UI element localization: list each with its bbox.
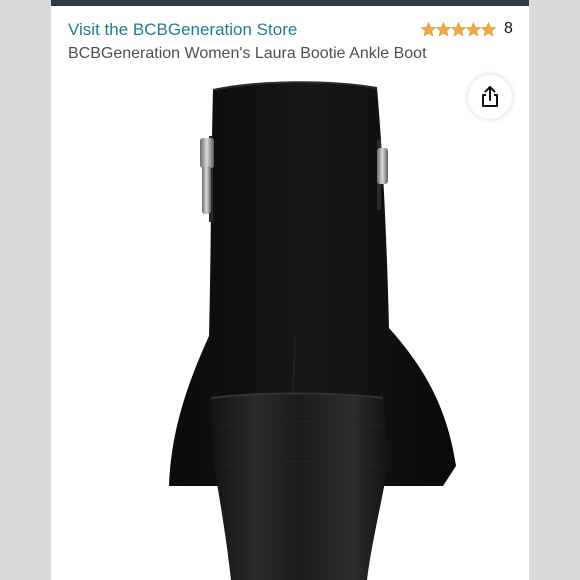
product-card: Visit the BCBGeneration Store 8 BCBGener… bbox=[51, 6, 529, 580]
star-icon bbox=[421, 21, 436, 37]
star-rating bbox=[421, 21, 496, 37]
store-link[interactable]: Visit the BCBGeneration Store bbox=[68, 20, 297, 40]
share-icon bbox=[482, 86, 498, 107]
star-icon bbox=[451, 21, 466, 37]
product-title: BCBGeneration Women's Laura Bootie Ankle… bbox=[68, 45, 427, 62]
screenshot-frame: Visit the BCBGeneration Store 8 BCBGener… bbox=[0, 0, 580, 580]
share-button[interactable] bbox=[468, 75, 512, 119]
star-icon bbox=[481, 21, 496, 37]
star-icon bbox=[466, 21, 481, 37]
star-icon bbox=[436, 21, 451, 37]
rating-count: 8 bbox=[504, 20, 513, 37]
boot-image[interactable] bbox=[51, 66, 529, 580]
rating-summary[interactable]: 8 bbox=[421, 20, 513, 38]
